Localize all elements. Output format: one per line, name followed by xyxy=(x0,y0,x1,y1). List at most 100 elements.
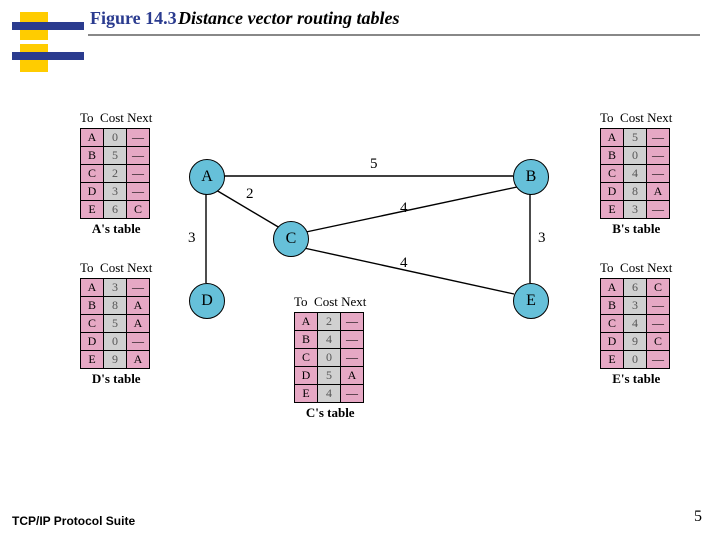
cell: A xyxy=(601,129,624,147)
col-to: To xyxy=(294,294,308,309)
routing-table-a: To Cost Next A0— B5— C2— D3— E6C A's tab… xyxy=(80,110,152,237)
col-to: To xyxy=(80,260,94,275)
table-caption: C's table xyxy=(294,405,366,421)
cell: C xyxy=(81,165,104,183)
cell: B xyxy=(601,297,624,315)
weight-ac: 2 xyxy=(246,186,254,203)
cell: A xyxy=(127,351,150,369)
cell: — xyxy=(647,129,670,147)
cell: — xyxy=(341,331,364,349)
cell: C xyxy=(647,279,670,297)
cell: D xyxy=(81,333,104,351)
cell: 4 xyxy=(624,315,647,333)
weight-ab: 5 xyxy=(370,156,378,173)
col-next: Next xyxy=(647,110,672,125)
cell: 5 xyxy=(318,367,341,385)
cell: 4 xyxy=(624,165,647,183)
cell: 0 xyxy=(104,129,127,147)
cell: E xyxy=(601,351,624,369)
cell: 5 xyxy=(104,315,127,333)
cell: 0 xyxy=(104,333,127,351)
cell: 5 xyxy=(624,129,647,147)
figure-title: Distance vector routing tables xyxy=(178,8,400,29)
cell: C xyxy=(647,333,670,351)
cell: — xyxy=(341,385,364,403)
col-to: To xyxy=(600,110,614,125)
cell: E xyxy=(295,385,318,403)
col-to: To xyxy=(600,260,614,275)
cell: 4 xyxy=(318,385,341,403)
cell: 5 xyxy=(104,147,127,165)
cell: — xyxy=(647,165,670,183)
col-cost: Cost xyxy=(314,294,338,309)
cell: — xyxy=(341,349,364,367)
col-next: Next xyxy=(647,260,672,275)
cell: — xyxy=(127,147,150,165)
cell: A xyxy=(601,279,624,297)
cell: 8 xyxy=(624,183,647,201)
cell: 9 xyxy=(624,333,647,351)
col-next: Next xyxy=(127,260,152,275)
node-e: E xyxy=(513,283,549,319)
col-cost: Cost xyxy=(620,260,644,275)
cell: — xyxy=(341,313,364,331)
cell: E xyxy=(81,351,104,369)
cell: A xyxy=(127,297,150,315)
cell: E xyxy=(601,201,624,219)
cell: 0 xyxy=(624,351,647,369)
node-b: B xyxy=(513,159,549,195)
cell: B xyxy=(601,147,624,165)
cell: E xyxy=(81,201,104,219)
cell: — xyxy=(647,297,670,315)
cell: 0 xyxy=(624,147,647,165)
cell: A xyxy=(647,183,670,201)
cell: — xyxy=(127,279,150,297)
table-caption: D's table xyxy=(80,371,152,387)
cell: — xyxy=(127,183,150,201)
node-d: D xyxy=(189,283,225,319)
header-rule xyxy=(88,34,700,36)
cell: 8 xyxy=(104,297,127,315)
col-next: Next xyxy=(341,294,366,309)
cell: D xyxy=(295,367,318,385)
cell: 2 xyxy=(318,313,341,331)
routing-table-e: To Cost Next A6C B3— C4— D9C E0— E's tab… xyxy=(600,260,672,387)
cell: C xyxy=(601,315,624,333)
routing-table-d: To Cost Next A3— B8A C5A D0— E9A D's tab… xyxy=(80,260,152,387)
cell: — xyxy=(127,129,150,147)
cell: 6 xyxy=(104,201,127,219)
cell: — xyxy=(647,351,670,369)
cell: C xyxy=(601,165,624,183)
cell: 4 xyxy=(318,331,341,349)
weight-bc: 4 xyxy=(400,200,408,217)
cell: A xyxy=(295,313,318,331)
cell: B xyxy=(295,331,318,349)
table-caption: B's table xyxy=(600,221,672,237)
cell: 2 xyxy=(104,165,127,183)
cell: A xyxy=(127,315,150,333)
table-caption: E's table xyxy=(600,371,672,387)
col-cost: Cost xyxy=(100,110,124,125)
routing-table-c: To Cost Next A2— B4— C0— D5A E4— C's tab… xyxy=(294,294,366,421)
cell: D xyxy=(81,183,104,201)
col-to: To xyxy=(80,110,94,125)
weight-ce: 4 xyxy=(400,255,408,272)
header-ornament xyxy=(12,52,84,60)
cell: 0 xyxy=(318,349,341,367)
weight-be: 3 xyxy=(538,230,546,247)
cell: 3 xyxy=(104,279,127,297)
cell: A xyxy=(341,367,364,385)
cell: 3 xyxy=(624,297,647,315)
cell: A xyxy=(81,129,104,147)
node-a: A xyxy=(189,159,225,195)
cell: D xyxy=(601,333,624,351)
cell: — xyxy=(647,201,670,219)
cell: C xyxy=(295,349,318,367)
col-next: Next xyxy=(127,110,152,125)
figure-label: Figure 14.3 xyxy=(90,8,177,29)
node-c: C xyxy=(273,221,309,257)
col-cost: Cost xyxy=(620,110,644,125)
cell: 9 xyxy=(104,351,127,369)
cell: C xyxy=(127,201,150,219)
table-caption: A's table xyxy=(80,221,152,237)
